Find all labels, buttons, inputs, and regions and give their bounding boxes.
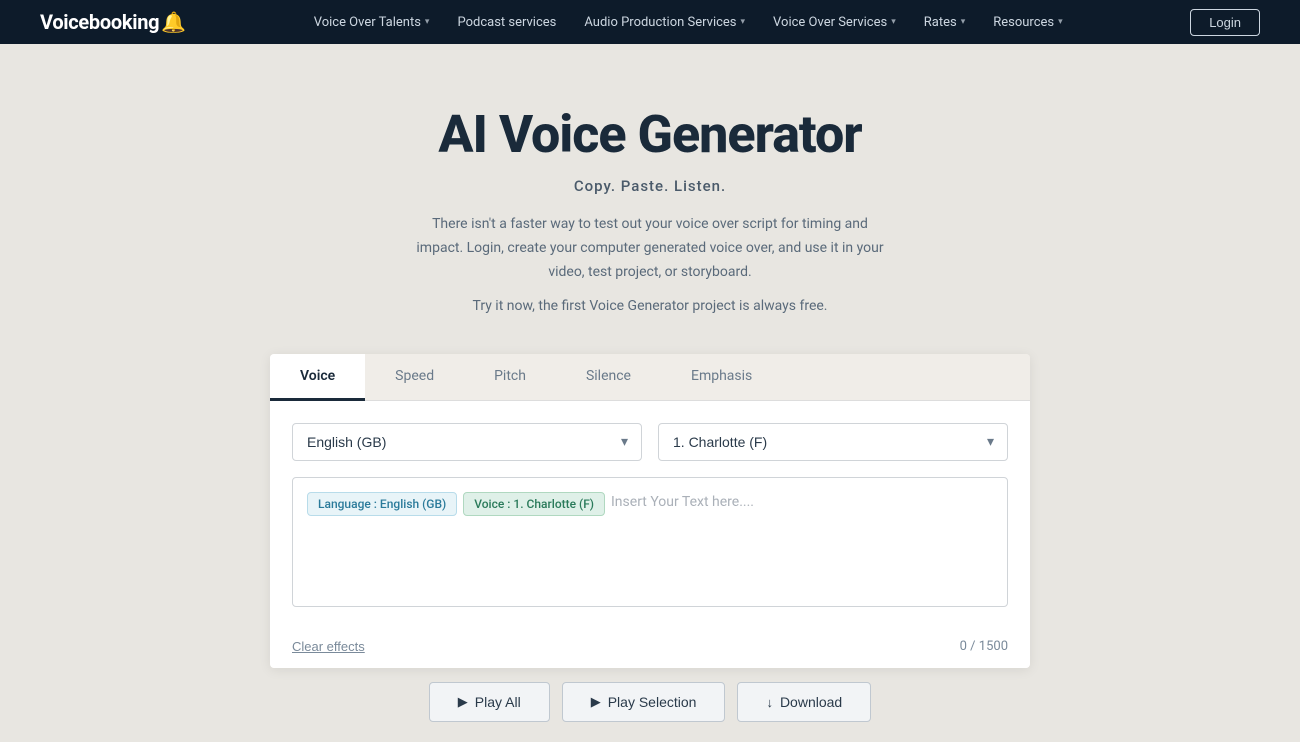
tab-emphasis[interactable]: Emphasis <box>661 354 782 401</box>
play-all-label: Play All <box>475 694 521 710</box>
language-dropdown-wrap: English (GB)English (US)FrenchGermanSpan… <box>292 423 642 461</box>
voice-tag: Voice : 1. Charlotte (F) <box>463 492 605 516</box>
hero-description: There isn't a faster way to test out you… <box>410 213 890 284</box>
tab-pitch[interactable]: Pitch <box>464 354 556 401</box>
nav-link-rates[interactable]: Rates▾ <box>924 15 965 30</box>
hero-section: AI Voice Generator Copy. Paste. Listen. … <box>0 44 1300 344</box>
logo-icon: 🔔 <box>161 10 186 34</box>
play-selection-label: Play Selection <box>608 694 697 710</box>
play-all-icon: ▶ <box>458 694 468 710</box>
hero-free-note: Try it now, the first Voice Generator pr… <box>20 298 1280 314</box>
footer-row: Clear effects 0 / 1500 <box>270 629 1030 668</box>
tab-speed[interactable]: Speed <box>365 354 464 401</box>
play-selection-button[interactable]: ▶ Play Selection <box>562 682 726 722</box>
navbar: Voicebooking 🔔 Voice Over Talents▾ Podcas… <box>0 0 1300 44</box>
language-tag: Language : English (GB) <box>307 492 457 516</box>
text-editor-inner: Language : English (GB) Voice : 1. Charl… <box>307 492 993 516</box>
nav-link-voice-over-talents[interactable]: Voice Over Talents▾ <box>314 15 430 30</box>
voice-dropdown-wrap: 1. Charlotte (F)2. Emma (F)3. Oliver (M)… <box>658 423 1008 461</box>
nav-link-audio-production-services[interactable]: Audio Production Services▾ <box>584 15 745 30</box>
char-count: 0 / 1500 <box>960 639 1008 654</box>
hero-subtitle: Copy. Paste. Listen. <box>20 177 1280 195</box>
page-title: AI Voice Generator <box>20 104 1280 165</box>
tab-silence[interactable]: Silence <box>556 354 661 401</box>
tab-voice[interactable]: Voice <box>270 354 365 401</box>
chevron-down-icon: ▾ <box>425 17 430 27</box>
chevron-down-icon: ▾ <box>961 17 966 27</box>
play-selection-icon: ▶ <box>591 694 601 710</box>
chevron-down-icon: ▾ <box>741 17 746 27</box>
dropdowns-row: English (GB)English (US)FrenchGermanSpan… <box>292 423 1008 461</box>
login-button[interactable]: Login <box>1190 9 1260 36</box>
play-all-button[interactable]: ▶ Play All <box>429 682 550 722</box>
language-dropdown[interactable]: English (GB)English (US)FrenchGermanSpan… <box>292 423 642 461</box>
text-editor[interactable]: Language : English (GB) Voice : 1. Charl… <box>292 477 1008 607</box>
logo-text: Voicebooking <box>40 10 159 34</box>
bottom-buttons: ▶ Play All ▶ Play Selection ↓ Download <box>0 668 1300 742</box>
tab-content-voice: English (GB)English (US)FrenchGermanSpan… <box>270 401 1030 629</box>
nav-links: Voice Over Talents▾ Podcast services Audio… <box>314 15 1063 30</box>
chevron-down-icon: ▾ <box>1058 17 1063 27</box>
nav-link-resources[interactable]: Resources▾ <box>993 15 1062 30</box>
logo[interactable]: Voicebooking 🔔 <box>40 10 186 34</box>
clear-effects-button[interactable]: Clear effects <box>292 639 365 654</box>
download-button[interactable]: ↓ Download <box>737 682 871 722</box>
chevron-down-icon: ▾ <box>891 17 896 27</box>
text-placeholder: Insert Your Text here.... <box>611 492 754 513</box>
download-label: Download <box>780 694 842 710</box>
download-icon: ↓ <box>766 695 773 710</box>
tabs-bar: VoiceSpeedPitchSilenceEmphasis <box>270 354 1030 401</box>
nav-link-podcast-services[interactable]: Podcast services <box>457 15 556 30</box>
voice-dropdown[interactable]: 1. Charlotte (F)2. Emma (F)3. Oliver (M)… <box>658 423 1008 461</box>
nav-link-voice-over-services[interactable]: Voice Over Services▾ <box>773 15 896 30</box>
voice-generator-card: VoiceSpeedPitchSilenceEmphasis English (… <box>270 354 1030 668</box>
